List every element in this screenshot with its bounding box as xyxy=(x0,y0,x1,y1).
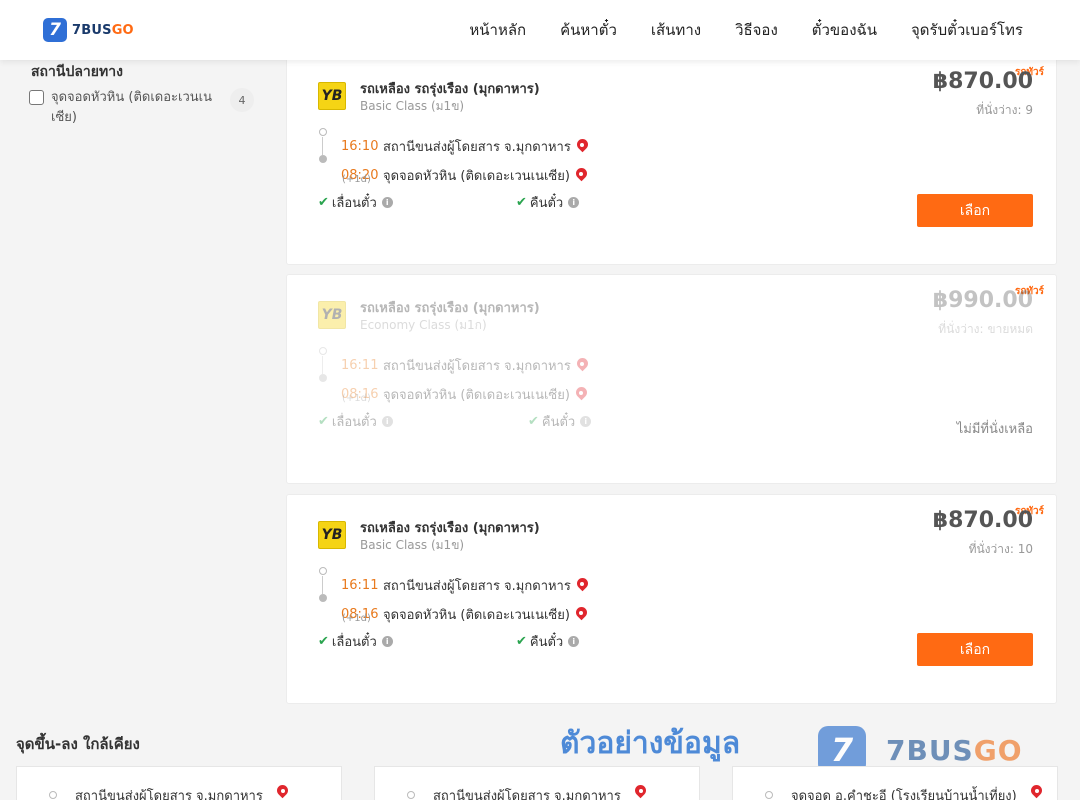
nav-routes[interactable]: เส้นทาง xyxy=(651,18,701,42)
check-icon: ✔ xyxy=(318,634,329,649)
departure-time: 16:10 xyxy=(341,139,379,154)
check-icon: ✔ xyxy=(516,195,527,210)
route-timeline xyxy=(319,128,327,172)
service-class: Basic Class (ม1ข) xyxy=(360,538,465,552)
feature-refund: ✔ คืนตั๋ว i xyxy=(516,631,580,652)
nav-search-tickets[interactable]: ค้นหาตั๋ว xyxy=(560,18,617,42)
filter-checkbox[interactable] xyxy=(29,90,44,105)
nearby-stop-name: สถานีขนส่งผู้โดยสาร จ.มุกดาหาร xyxy=(433,789,621,800)
arrival-place: จุดจอดหัวหิน (ติดเดอะเวนเนเซีย) xyxy=(383,388,570,403)
filter-label[interactable]: จุดจอดหัวหิน (ติดเดอะเวนเนเซีย) xyxy=(51,88,221,128)
departure-stop: 16:10 สถานีขนส่งผู้โดยสาร จ.มุกดาหาร xyxy=(341,136,588,157)
departure-place: สถานีขนส่งผู้โดยสาร จ.มุกดาหาร xyxy=(383,579,571,594)
info-icon[interactable]: i xyxy=(580,416,592,427)
trip-card: รถทัวร์ YB รถเหลือง รถรุ่งเรือง (มุกดาหา… xyxy=(286,55,1057,265)
logo-icon: 7 xyxy=(43,18,67,42)
map-pin-icon[interactable] xyxy=(1031,785,1042,800)
seats-available: ที่นั่งว่าง: 10 xyxy=(968,542,1033,556)
feature-reschedule: ✔ เลื่อนตั๋ว i xyxy=(318,631,393,652)
info-icon[interactable]: i xyxy=(381,416,393,427)
info-icon[interactable]: i xyxy=(381,636,393,647)
top-header: 7 7BUSGO หน้าหลัก ค้นหาตั๋ว เส้นทาง วิธี… xyxy=(0,0,1080,60)
watermark-logo-text: 7BUSGO xyxy=(886,733,1023,767)
operator-name: รถเหลือง รถรุ่งเรือง (มุกดาหาร) xyxy=(360,82,540,97)
operator-name: รถเหลือง รถรุ่งเรือง (มุกดาหาร) xyxy=(360,301,540,316)
main-nav: หน้าหลัก ค้นหาตั๋ว เส้นทาง วิธีจอง ตั๋วข… xyxy=(469,0,1023,60)
arrival-stop: 08:20 จุดจอดหัวหิน (ติดเดอะเวนเนเซีย) xyxy=(341,165,587,186)
arrival-place: จุดจอดหัวหิน (ติดเดอะเวนเนเซีย) xyxy=(383,169,570,184)
check-icon: ✔ xyxy=(528,414,539,429)
select-trip-button[interactable]: เลือก xyxy=(917,194,1033,227)
departure-place: สถานีขนส่งผู้โดยสาร จ.มุกดาหาร xyxy=(383,140,571,155)
nav-ticket-pickup[interactable]: จุดรับตั๋วเบอร์โทร xyxy=(911,18,1023,42)
map-pin-icon[interactable] xyxy=(277,785,288,800)
nearby-stops-title: จุดขึ้น-ลง ใกล้เคียง xyxy=(16,735,140,753)
logo-text: 7BUSGO xyxy=(72,22,134,38)
map-pin-icon[interactable] xyxy=(576,607,587,622)
nearby-stop-card[interactable]: จุดจอด อ.คำชะอี (โรงเรียนบ้านน้ำเที่ยง) xyxy=(732,766,1058,800)
operator-logo-icon: YB xyxy=(318,521,346,549)
departure-time: 16:11 xyxy=(341,578,379,593)
nearby-stop-name: จุดจอด อ.คำชะอี (โรงเรียนบ้านน้ำเที่ยง) xyxy=(791,789,1017,800)
departure-place: สถานีขนส่งผู้โดยสาร จ.มุกดาหาร xyxy=(383,359,571,374)
seats-available: ที่นั่งว่าง: 9 xyxy=(976,103,1033,117)
route-timeline xyxy=(319,567,327,611)
site-logo[interactable]: 7 7BUSGO xyxy=(43,18,134,42)
filter-destination-title: สถานีปลายทาง xyxy=(31,64,123,80)
sample-data-watermark: ตัวอย่างข้อมูล xyxy=(560,726,741,761)
nearby-stop-card[interactable]: สถานีขนส่งผู้โดยสาร จ.มุกดาหาร xyxy=(16,766,342,800)
map-pin-icon[interactable] xyxy=(577,578,588,593)
operator-name: รถเหลือง รถรุ่งเรือง (มุกดาหาร) xyxy=(360,521,540,536)
departure-stop: 16:11 สถานีขนส่งผู้โดยสาร จ.มุกดาหาร xyxy=(341,355,588,376)
sold-out-note: ไม่มีที่นั่งเหลือ xyxy=(956,422,1033,437)
trip-card: รถทัวร์ YB รถเหลือง รถรุ่งเรือง (มุกดาหา… xyxy=(286,494,1057,704)
nav-home[interactable]: หน้าหลัก xyxy=(469,18,526,42)
route-timeline xyxy=(319,347,327,391)
service-class: Economy Class (ม1ก) xyxy=(360,318,487,332)
check-icon: ✔ xyxy=(318,414,329,429)
trip-price: ฿990.00 xyxy=(932,288,1033,313)
trip-price: ฿870.00 xyxy=(932,508,1033,533)
day-offset: (+1d) xyxy=(342,613,371,624)
feature-refund: ✔ คืนตั๋ว i xyxy=(516,192,580,213)
day-offset: (+1d) xyxy=(342,393,371,404)
trip-card: รถทัวร์ YB รถเหลือง รถรุ่งเรือง (มุกดาหา… xyxy=(286,274,1057,484)
departure-stop: 16:11 สถานีขนส่งผู้โดยสาร จ.มุกดาหาร xyxy=(341,575,588,596)
filter-destination-item[interactable]: จุดจอดหัวหิน (ติดเดอะเวนเนเซีย) 4 xyxy=(29,88,254,128)
feature-refund: ✔ คืนตั๋ว i xyxy=(528,411,592,432)
check-icon: ✔ xyxy=(516,634,527,649)
nav-my-tickets[interactable]: ตั๋วของฉัน xyxy=(812,18,877,42)
nearby-stop-card[interactable]: สถานีขนส่งผู้โดยสาร จ.มุกดาหาร xyxy=(374,766,700,800)
map-pin-icon[interactable] xyxy=(577,358,588,373)
arrival-stop: 08:16 จุดจอดหัวหิน (ติดเดอะเวนเนเซีย) xyxy=(341,604,587,625)
service-class: Basic Class (ม1ข) xyxy=(360,99,465,113)
feature-reschedule: ✔ เลื่อนตั๋ว i xyxy=(318,192,393,213)
seats-available: ที่นั่งว่าง: ขายหมด xyxy=(938,322,1033,336)
operator-logo-icon: YB xyxy=(318,82,346,110)
day-offset: (+1d) xyxy=(342,174,371,185)
filter-count-badge: 4 xyxy=(230,88,254,112)
nearby-stop-name: สถานีขนส่งผู้โดยสาร จ.มุกดาหาร xyxy=(75,789,263,800)
map-pin-icon[interactable] xyxy=(577,139,588,154)
departure-time: 16:11 xyxy=(341,358,379,373)
map-pin-icon[interactable] xyxy=(635,785,646,800)
feature-reschedule: ✔ เลื่อนตั๋ว i xyxy=(318,411,393,432)
map-pin-icon[interactable] xyxy=(576,168,587,183)
nav-how-to-book[interactable]: วิธีจอง xyxy=(735,18,778,42)
check-icon: ✔ xyxy=(318,195,329,210)
stop-dot-icon xyxy=(407,791,415,799)
stop-dot-icon xyxy=(765,791,773,799)
info-icon[interactable]: i xyxy=(568,636,580,647)
info-icon[interactable]: i xyxy=(568,197,580,208)
arrival-place: จุดจอดหัวหิน (ติดเดอะเวนเนเซีย) xyxy=(383,608,570,623)
operator-logo-icon: YB xyxy=(318,301,346,329)
arrival-stop: 08:16 จุดจอดหัวหิน (ติดเดอะเวนเนเซีย) xyxy=(341,384,587,405)
stop-dot-icon xyxy=(49,791,57,799)
trip-price: ฿870.00 xyxy=(932,69,1033,94)
map-pin-icon[interactable] xyxy=(576,387,587,402)
info-icon[interactable]: i xyxy=(381,197,393,208)
select-trip-button[interactable]: เลือก xyxy=(917,633,1033,666)
